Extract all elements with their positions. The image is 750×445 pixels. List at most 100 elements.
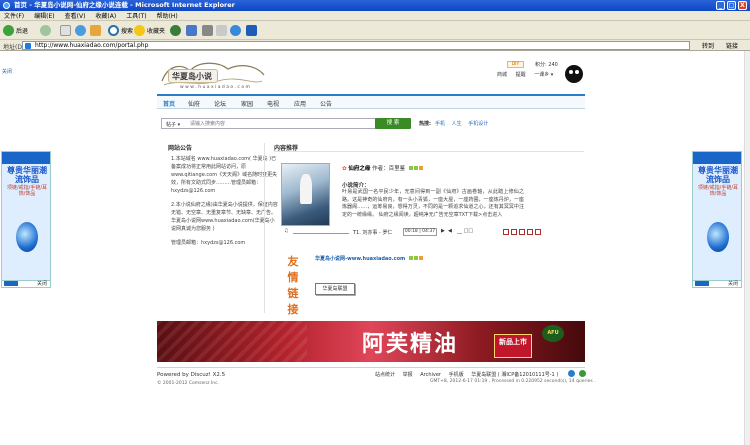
footer-link-mobile[interactable]: 手机版 [449, 372, 464, 378]
main-nav: 首页 仙府 论坛 家园 电视 应用 公告 [157, 94, 585, 109]
media-icon [170, 25, 181, 36]
forward-button[interactable] [40, 24, 53, 37]
nav-forum[interactable]: 论坛 [214, 99, 226, 108]
refresh-icon [75, 25, 86, 36]
book-title[interactable]: 仙府之缘 [348, 166, 370, 172]
site-link[interactable]: 华夏岛小说网-www.huaxiadao.com [315, 255, 423, 262]
diy-button[interactable]: DIY [507, 61, 524, 68]
window-title: 首页 - 华夏岛小说网-仙府之缘小说连载 - Microsoft Interne… [14, 1, 235, 9]
play-icon[interactable]: ▶ [441, 228, 445, 234]
menu-help[interactable]: 帮助(H) [157, 11, 178, 20]
footer-link-stats[interactable]: 站点统计 [375, 372, 395, 378]
menu-edit[interactable]: 编辑(E) [34, 11, 54, 20]
page-scrollbar[interactable] [744, 51, 750, 445]
nav-tv[interactable]: 电视 [267, 99, 279, 108]
messenger-button[interactable] [230, 24, 243, 37]
remind-link[interactable]: 提醒 [516, 72, 526, 78]
notice-title: 网站公告 [168, 145, 193, 152]
book-intro: 叶易是武国一名平民少年，无意间得到一副《仙府》古画卷轴，从此踏上修仙之路。这是神… [342, 189, 524, 218]
edit-icon [216, 25, 227, 36]
ad-header [693, 152, 741, 164]
search-input[interactable] [190, 120, 374, 128]
footer-link-report[interactable]: 举报 [403, 372, 413, 378]
address-input[interactable]: http://www.huaxiadao.com/portal.php [22, 41, 690, 50]
go-button[interactable]: 转到 [702, 41, 714, 50]
trust-icon[interactable] [578, 370, 586, 377]
recommend-divider [274, 151, 584, 152]
favorites-button[interactable]: 收藏夹 [134, 24, 165, 37]
user-score: 积分: 240 [535, 62, 558, 68]
back-label: 后退 [16, 28, 29, 35]
links-button[interactable]: 链接 [726, 41, 738, 50]
menu-favorites[interactable]: 收藏(A) [95, 11, 116, 20]
banner-ad[interactable]: 阿芙精油 新品上市 AFU [157, 321, 585, 362]
player-square-button[interactable] [535, 229, 541, 235]
footer-link-archiver[interactable]: Archiver [420, 372, 441, 378]
volume-icon[interactable]: ◀ [448, 228, 452, 234]
refresh-button[interactable] [75, 24, 88, 37]
ad-footer: 关闭 [2, 280, 50, 287]
nav-home[interactable]: 首页 [163, 99, 175, 108]
shop-link[interactable]: 商城 [497, 72, 507, 78]
maximize-button[interactable]: □ [727, 1, 736, 10]
minimize-button[interactable]: _ [716, 1, 725, 10]
stop-button[interactable] [60, 24, 73, 37]
player-square-button[interactable] [527, 229, 533, 235]
player-square-button[interactable] [519, 229, 525, 235]
search-scope-select[interactable]: 帖子 ▾ [166, 121, 180, 128]
footer-link-alliance[interactable]: 华夏岛联盟 ( 湘ICP备12010111号-1 ) [471, 372, 558, 378]
media-button[interactable] [170, 24, 183, 37]
friend-link-button[interactable]: 华夏岛联盟 [315, 283, 355, 295]
user-menu[interactable]: 一课乡 ▾ [534, 72, 553, 78]
star-icon [134, 25, 145, 36]
address-bar: 地址(D) http://www.huaxiadao.com/portal.ph… [0, 40, 750, 51]
ad-header [2, 152, 50, 164]
volume-bar[interactable]: __ □□ [457, 228, 473, 234]
menu-file[interactable]: 文件(F) [4, 11, 24, 20]
site-link-text: 华夏岛小说网-www.huaxiadao.com [315, 256, 406, 262]
powered-by[interactable]: Powered by Discuz! X2.5 [157, 372, 225, 378]
nav-apps[interactable]: 应用 [294, 99, 306, 108]
player-track: T1. 刘亦事 - 罗仁 [353, 230, 393, 236]
menu-view[interactable]: 查看(V) [65, 11, 86, 20]
hot-word-link[interactable]: 人生 [452, 121, 462, 127]
book-title-line: ✿ 仙府之缘 作者：百里鉴 [342, 164, 423, 172]
player-square-button[interactable] [503, 229, 509, 235]
rating-icon [413, 256, 418, 260]
ad-close-button[interactable]: 关闭 [728, 280, 738, 287]
home-button[interactable] [90, 24, 103, 37]
hot-word-link[interactable]: 手机 [435, 121, 445, 127]
search-button[interactable]: 搜索 [108, 24, 133, 37]
police-badge-icon[interactable] [568, 370, 575, 377]
ad-logo-icon [695, 281, 709, 286]
edit-button[interactable] [216, 24, 229, 37]
book-cover[interactable] [281, 163, 330, 226]
nav-xianfu[interactable]: 仙府 [188, 99, 200, 108]
extra-button[interactable] [246, 24, 259, 37]
rating-icon [408, 166, 413, 170]
close-left-link[interactable]: 关闭 [2, 68, 12, 75]
player-square-button[interactable] [511, 229, 517, 235]
avatar[interactable] [565, 65, 583, 83]
nav-notice[interactable]: 公告 [320, 99, 332, 108]
close-button[interactable]: X [738, 1, 747, 10]
mail-button[interactable] [186, 24, 199, 37]
search-submit-button[interactable]: 搜 索 [375, 118, 411, 129]
player-progress[interactable] [293, 233, 349, 234]
left-side-ad[interactable]: 尊贵华丽潮流饰品 项链/戒指/手链/耳饰/饰品 关闭 [1, 151, 51, 288]
nav-home-space[interactable]: 家园 [241, 99, 253, 108]
print-button[interactable] [202, 24, 215, 37]
mail-icon [186, 25, 197, 36]
back-button[interactable]: 后退 [3, 24, 28, 37]
music-player: ♫ T1. 刘亦事 - 罗仁 00:18 | 04:37 ▶ ◀ __ □□ [281, 228, 541, 238]
hot-search-label: 热搜: [419, 121, 431, 127]
site-logo[interactable]: 华夏岛小说 w w w . h u a x i a d a o . c o m [158, 59, 268, 91]
window-titlebar[interactable]: 首页 - 华夏岛小说网-仙府之缘小说连载 - Microsoft Interne… [0, 0, 750, 11]
ie-extra-icon [246, 25, 257, 36]
right-side-ad[interactable]: 尊贵华丽潮流饰品 项链/戒指/手链/耳饰/饰品 关闭 [692, 151, 742, 288]
hot-word-link[interactable]: 手机设计 [468, 121, 488, 127]
notice-body: 1.本站域名 www.huaxiadao.com( 华夏岛 )已备案成功将正常用… [171, 155, 279, 253]
friend-links-char: 情 [287, 271, 299, 284]
menu-tools[interactable]: 工具(T) [126, 11, 146, 20]
ad-close-button[interactable]: 关闭 [37, 280, 47, 287]
